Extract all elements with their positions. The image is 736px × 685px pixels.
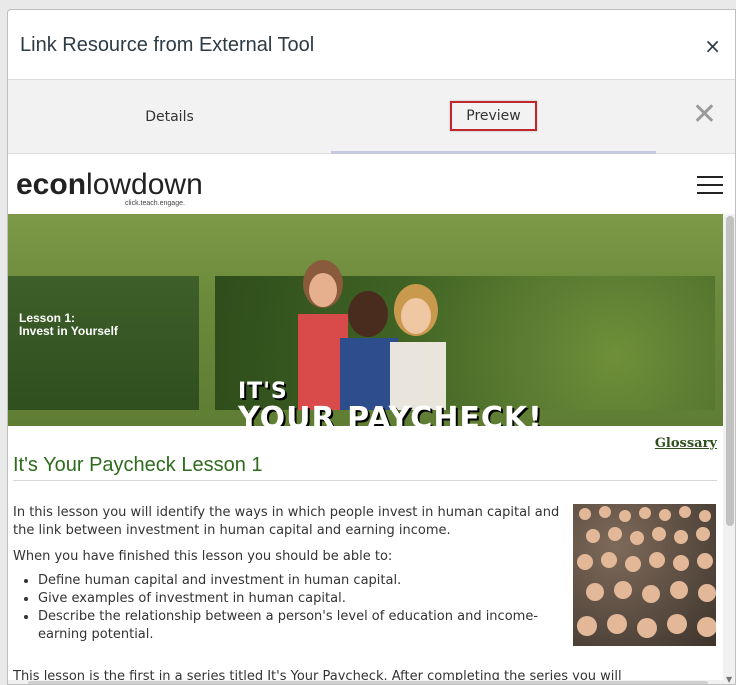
lesson-content: Glossary It's Your Paycheck Lesson 1 In … bbox=[8, 426, 723, 684]
logo-bold-text: econ bbox=[16, 168, 87, 201]
tab-preview-label: Preview bbox=[450, 100, 537, 131]
vertical-scrollbar[interactable]: ▼ bbox=[723, 214, 735, 684]
lesson-subtitle: Invest in Yourself bbox=[19, 324, 118, 338]
tab-details-label: Details bbox=[145, 109, 194, 125]
tab-details[interactable]: Details bbox=[8, 80, 331, 154]
lesson-heading: It's Your Paycheck Lesson 1 bbox=[13, 454, 263, 476]
divider bbox=[13, 480, 717, 481]
intro-paragraph: In this lesson you will identify the way… bbox=[13, 505, 560, 538]
hamburger-menu-icon[interactable] bbox=[697, 176, 723, 194]
dialog-title: Link Resource from External Tool bbox=[20, 34, 315, 56]
lesson-body: In this lesson you will identify the way… bbox=[13, 504, 563, 644]
tab-preview[interactable]: Preview bbox=[331, 80, 656, 154]
list-item: Describe the relationship between a pers… bbox=[38, 608, 563, 644]
link-resource-dialog: Link Resource from External Tool × Detai… bbox=[7, 9, 736, 685]
logo-light-text: lowdown bbox=[86, 168, 203, 201]
objectives-paragraph: When you have finished this lesson you s… bbox=[13, 549, 393, 564]
horizontal-scrollbar[interactable] bbox=[8, 680, 723, 684]
banner-title-line2: YOUR PAYCHECK! bbox=[238, 401, 543, 427]
list-item: Give examples of investment in human cap… bbox=[38, 590, 563, 608]
dialog-header: Link Resource from External Tool × bbox=[8, 10, 735, 80]
logo-tagline: click.teach.engage. bbox=[125, 200, 185, 207]
lesson-label: Lesson 1: Invest in Yourself bbox=[19, 312, 118, 338]
preview-frame: econlowdown click.teach.engage. Lesson 1… bbox=[8, 154, 735, 684]
objectives-list: Define human capital and investment in h… bbox=[38, 572, 563, 644]
banner-left-panel bbox=[8, 276, 199, 410]
site-header: econlowdown click.teach.engage. bbox=[8, 154, 735, 214]
close-icon[interactable]: × bbox=[704, 34, 721, 58]
scrollbar-thumb[interactable] bbox=[726, 216, 734, 526]
crowd-photo bbox=[573, 504, 716, 646]
scroll-down-arrow-icon[interactable]: ▼ bbox=[726, 675, 732, 684]
scrollbar-thumb[interactable] bbox=[28, 681, 708, 684]
lesson-banner: Lesson 1: Invest in Yourself IT'S YOUR P… bbox=[8, 214, 723, 426]
glossary-link[interactable]: Glossary bbox=[655, 436, 717, 451]
list-item: Define human capital and investment in h… bbox=[38, 572, 563, 590]
econlowdown-logo[interactable]: econlowdown bbox=[16, 168, 203, 202]
close-icon[interactable]: ✕ bbox=[692, 100, 717, 130]
students-illustration bbox=[298, 260, 446, 410]
tab-bar: Details Preview ✕ bbox=[8, 80, 735, 154]
